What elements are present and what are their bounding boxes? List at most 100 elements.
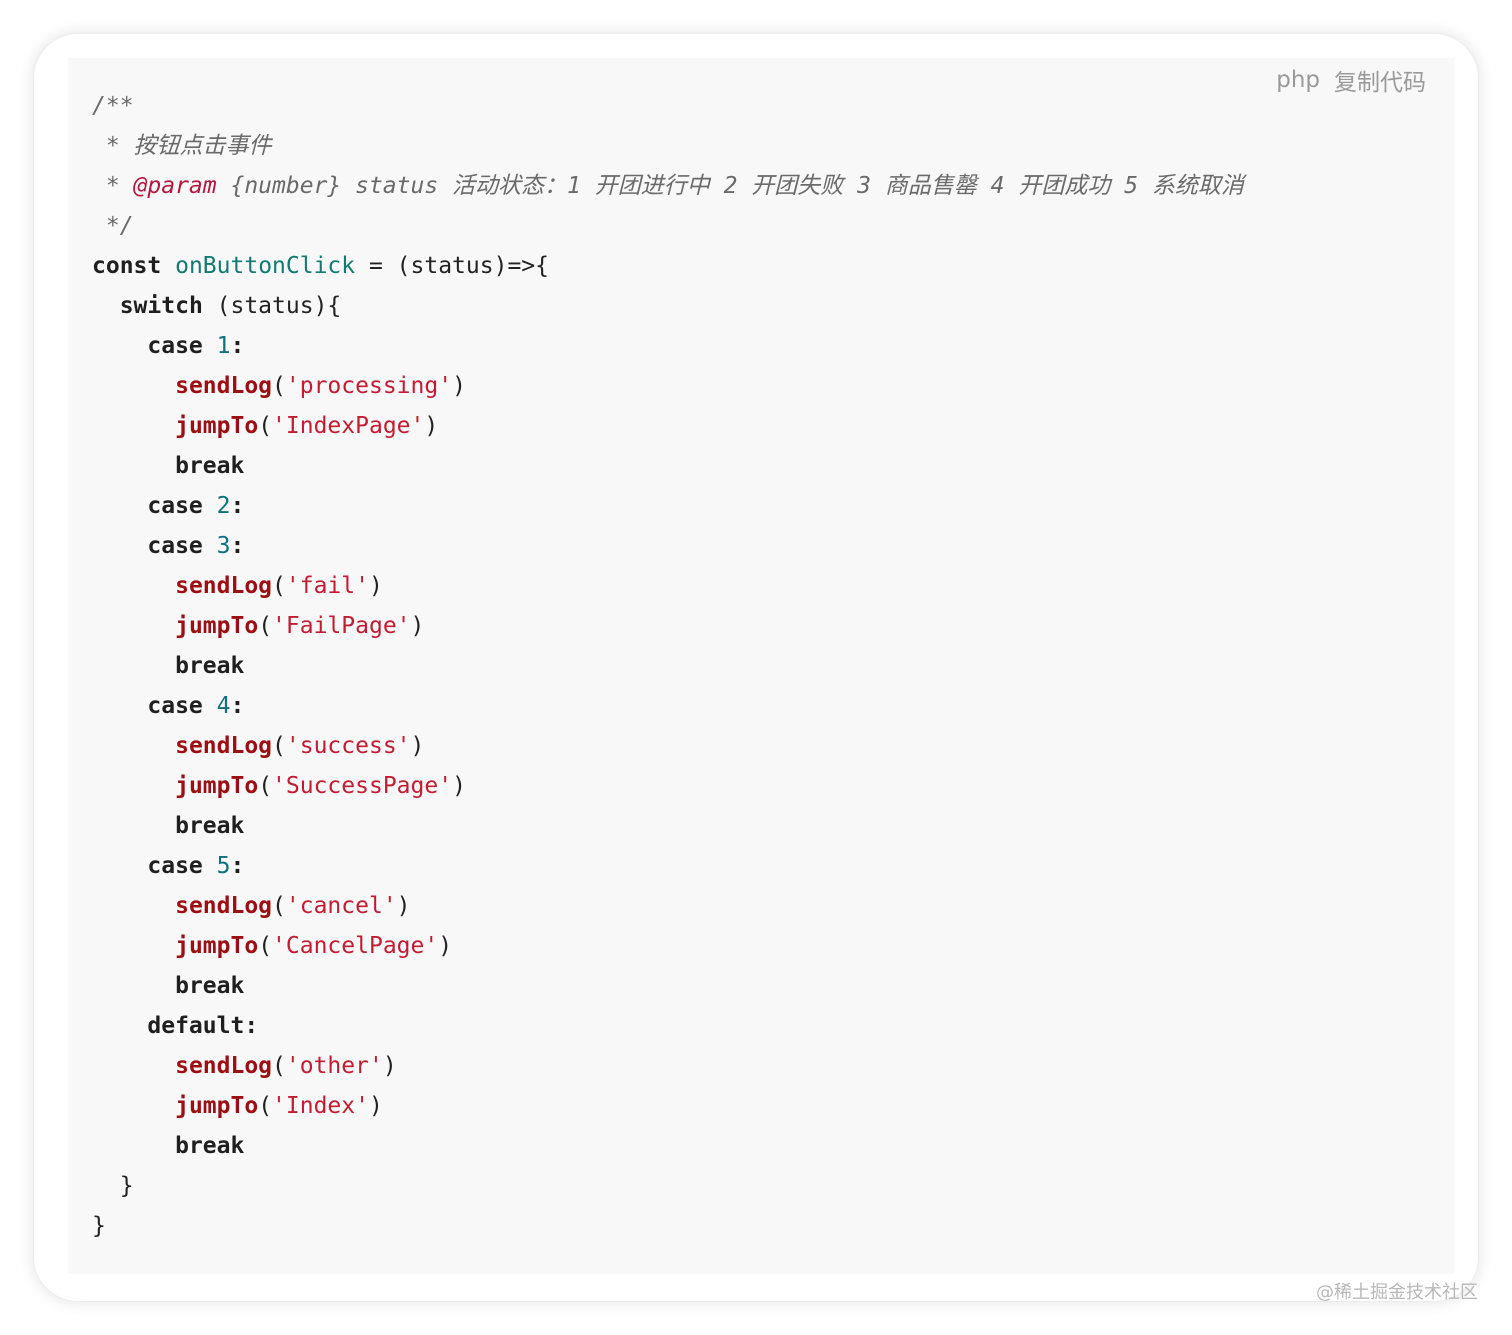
code-token-kw: break xyxy=(175,453,245,479)
code-token-comment: /** xyxy=(92,93,134,119)
code-token-str: 'CancelPage' xyxy=(272,933,439,959)
code-token-plain: ( xyxy=(258,613,273,639)
code-token-str: 'FailPage' xyxy=(272,613,411,639)
code-token-fn: sendLog xyxy=(175,733,273,759)
code-token-str: 'Index' xyxy=(272,1093,369,1119)
code-token-kw: case xyxy=(147,693,203,719)
code-token-kw: break xyxy=(175,1133,245,1159)
copy-code-button[interactable]: 复制代码 xyxy=(1334,63,1426,97)
code-token-plain: ) xyxy=(368,1093,383,1119)
code-token-str: 'cancel' xyxy=(285,893,397,919)
code-token-plain: ( xyxy=(272,1053,286,1079)
code-line: break xyxy=(92,446,1244,486)
code-token-str: 'other' xyxy=(285,1053,383,1079)
code-line: default: xyxy=(92,1006,1244,1046)
code-token-comment: * xyxy=(92,173,134,199)
code-token-comment: * 按钮点击事件 xyxy=(92,133,272,159)
code-token-kw: : xyxy=(230,493,245,519)
code-line: switch (status){ xyxy=(92,286,1244,326)
code-token-num: 3 xyxy=(216,533,231,559)
code-token-comment: {number} status 活动状态：1 开团进行中 2 开团失败 3 商品… xyxy=(216,173,1244,199)
code-line: sendLog('cancel') xyxy=(92,886,1244,926)
code-token-fn: jumpTo xyxy=(175,1093,259,1119)
code-line: jumpTo('IndexPage') xyxy=(92,406,1244,446)
code-line: jumpTo('CancelPage') xyxy=(92,926,1244,966)
code-token-plain: ( xyxy=(272,733,286,759)
code-token-plain: (status){ xyxy=(202,293,342,319)
code-token-plain: ) xyxy=(396,893,411,919)
code-token-plain: = (status)=>{ xyxy=(355,253,549,279)
code-token-fn: sendLog xyxy=(175,373,273,399)
code-token-kw: : xyxy=(230,853,245,879)
code-line: case 5: xyxy=(92,846,1244,886)
code-token-kw: case xyxy=(147,533,203,559)
code-token-plain: ) xyxy=(438,933,453,959)
code-line: sendLog('other') xyxy=(92,1046,1244,1086)
code-line: break xyxy=(92,646,1244,686)
code-token-str: 'SuccessPage' xyxy=(272,773,453,799)
code-line: sendLog('processing') xyxy=(92,366,1244,406)
code-line: * @param {number} status 活动状态：1 开团进行中 2 … xyxy=(92,166,1244,206)
watermark: @稀土掘金技术社区 xyxy=(1316,1282,1478,1303)
code-token-str: 'fail' xyxy=(285,573,369,599)
code-token-kw: case xyxy=(147,333,203,359)
code-line: /** xyxy=(92,86,1244,126)
code-line: break xyxy=(92,966,1244,1006)
code-token-plain: ( xyxy=(272,373,286,399)
code-token-fn: jumpTo xyxy=(175,933,259,959)
code-token-fn: jumpTo xyxy=(175,773,259,799)
code-line: case 4: xyxy=(92,686,1244,726)
code-token-fn: jumpTo xyxy=(175,413,259,439)
code-line: sendLog('success') xyxy=(92,726,1244,766)
code-line: } xyxy=(92,1166,1244,1206)
code-token-kw: : xyxy=(230,333,245,359)
code-toolbar: php 复制代码 xyxy=(1276,64,1426,96)
code-token-doctag: @param xyxy=(133,173,217,199)
code-token-kw: : xyxy=(230,533,245,559)
code-line: } xyxy=(92,1206,1244,1246)
code-token-kw: default: xyxy=(147,1013,259,1039)
code-token-num: 1 xyxy=(216,333,231,359)
code-line: const onButtonClick = (status)=>{ xyxy=(92,246,1244,286)
code-line: case 1: xyxy=(92,326,1244,366)
code-token-str: 'IndexPage' xyxy=(272,413,425,439)
code-token-plain: ( xyxy=(258,1093,273,1119)
code-line: */ xyxy=(92,206,1244,246)
code-line: jumpTo('Index') xyxy=(92,1086,1244,1126)
code-token-plain: } xyxy=(92,1173,134,1199)
code-token-comment: */ xyxy=(92,213,134,239)
code-token-str: 'processing' xyxy=(285,373,453,399)
code-token-fn: jumpTo xyxy=(175,613,259,639)
code-token-plain: ) xyxy=(368,573,383,599)
code-token-kw: break xyxy=(175,813,245,839)
code-token-plain: ( xyxy=(272,573,286,599)
code-token-plain: ) xyxy=(382,1053,397,1079)
code-token-kw: case xyxy=(147,493,203,519)
code-line: case 2: xyxy=(92,486,1244,526)
code-content: /** * 按钮点击事件 * @param {number} status 活动… xyxy=(92,86,1244,1246)
code-token-plain: ( xyxy=(258,933,273,959)
code-token-kw: : xyxy=(230,693,245,719)
